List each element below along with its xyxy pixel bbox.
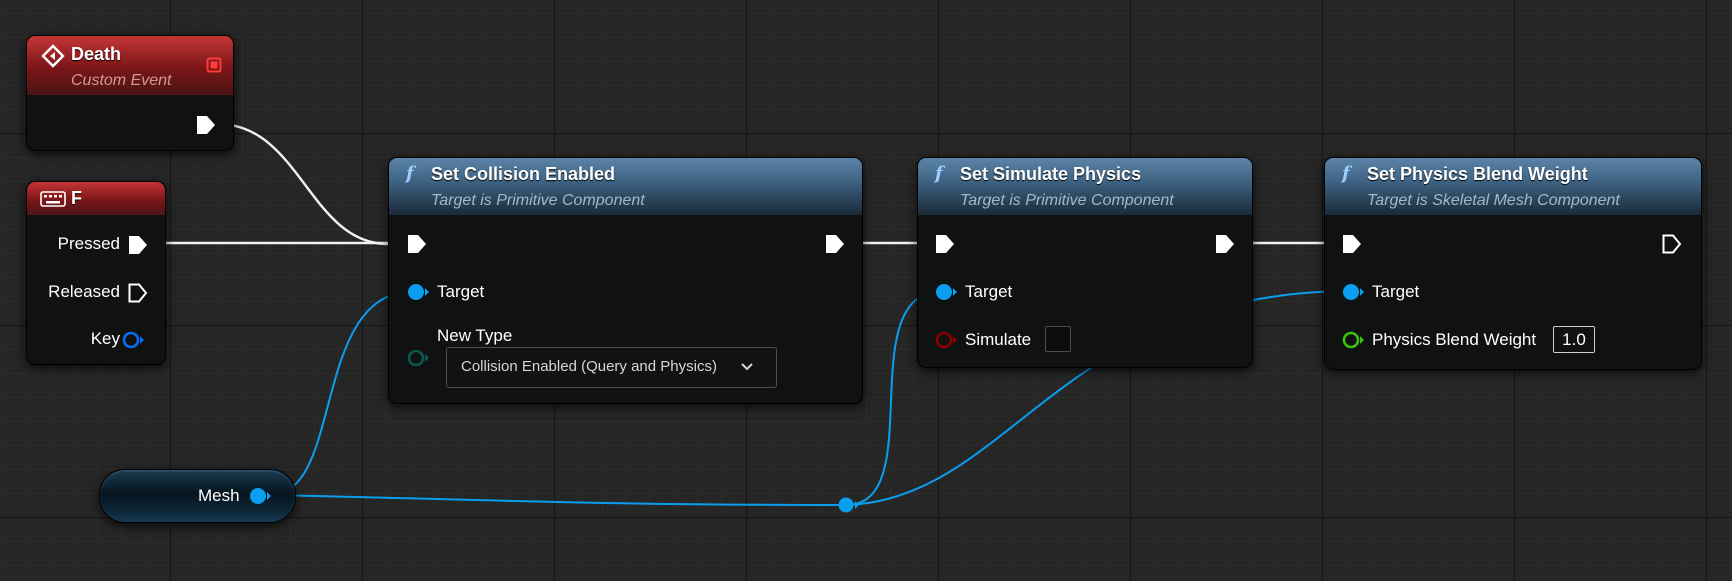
released-exec-pin[interactable] [127,282,149,304]
event-diamond-icon [41,44,65,68]
pressed-exec-pin[interactable] [127,234,149,256]
node-title: Death [71,44,122,64]
blend-weight-input[interactable]: 1.0 [1553,326,1595,353]
key-struct-pin[interactable] [121,329,147,351]
exec-wire-death [217,122,389,246]
weight-float-pin[interactable] [1341,329,1367,351]
reroute-node[interactable] [838,497,860,513]
node-subtitle: Target is Skeletal Mesh Component [1367,192,1620,209]
new-type-pin-label: New Type [437,326,513,345]
exec-output-pin[interactable] [1214,233,1236,255]
function-icon: f [406,163,414,184]
node-header: Death Custom Event [27,36,233,95]
node-header: f Set Simulate Physics Target is Primiti… [918,158,1252,215]
keyboard-icon [40,191,66,207]
pressed-pin-label: Pressed [57,234,120,253]
node-title: F [71,188,82,208]
object-wire-mesh-reroute [269,494,847,506]
dropdown-value: Collision Enabled (Query and Physics) [461,358,717,375]
replicate-square-icon [206,57,222,73]
target-object-pin[interactable] [934,281,960,303]
mesh-variable-node[interactable]: Mesh [99,469,296,523]
set-physics-blend-weight-node[interactable]: f Set Physics Blend Weight Target is Ske… [1324,157,1702,370]
function-icon: f [935,163,943,184]
exec-output-pin[interactable] [195,114,217,136]
new-type-enum-pin[interactable] [406,347,432,369]
simulate-pin-label: Simulate [965,330,1032,349]
exec-output-pin[interactable] [824,233,846,255]
key-pin-label: Key [90,329,120,348]
simulate-checkbox[interactable] [1045,326,1071,352]
target-pin-label: Target [1372,282,1420,301]
node-header: F [27,182,165,215]
death-custom-event-node[interactable]: Death Custom Event [26,35,234,151]
exec-output-pin[interactable] [1661,233,1683,255]
exec-input-pin[interactable] [1341,233,1363,255]
target-pin-label: Target [965,282,1013,301]
target-pin-label: Target [437,282,485,301]
released-pin-label: Released [48,282,120,301]
node-header: f Set Collision Enabled Target is Primit… [389,158,862,215]
node-title: Set Physics Blend Weight [1367,164,1588,184]
target-object-pin[interactable] [406,281,432,303]
node-title: Set Collision Enabled [431,164,616,184]
f-key-input-node[interactable]: F Pressed Released Key [26,181,166,365]
mesh-variable-label: Mesh [198,486,240,505]
simulate-bool-pin[interactable] [934,329,960,351]
node-title: Set Simulate Physics [960,164,1142,184]
chevron-down-icon [741,363,753,371]
collision-type-dropdown[interactable]: Collision Enabled (Query and Physics) [446,347,777,388]
mesh-output-pin[interactable] [248,485,274,507]
target-object-pin[interactable] [1341,281,1367,303]
set-simulate-physics-node[interactable]: f Set Simulate Physics Target is Primiti… [917,157,1253,368]
node-subtitle: Custom Event [71,72,172,89]
weight-pin-label: Physics Blend Weight [1372,330,1537,349]
node-subtitle: Target is Primitive Component [960,192,1174,209]
set-collision-enabled-node[interactable]: f Set Collision Enabled Target is Primit… [388,157,863,404]
function-icon: f [1342,163,1350,184]
exec-input-pin[interactable] [406,233,428,255]
exec-input-pin[interactable] [934,233,956,255]
node-subtitle: Target is Primitive Component [431,192,645,209]
node-header: f Set Physics Blend Weight Target is Ske… [1325,158,1701,215]
